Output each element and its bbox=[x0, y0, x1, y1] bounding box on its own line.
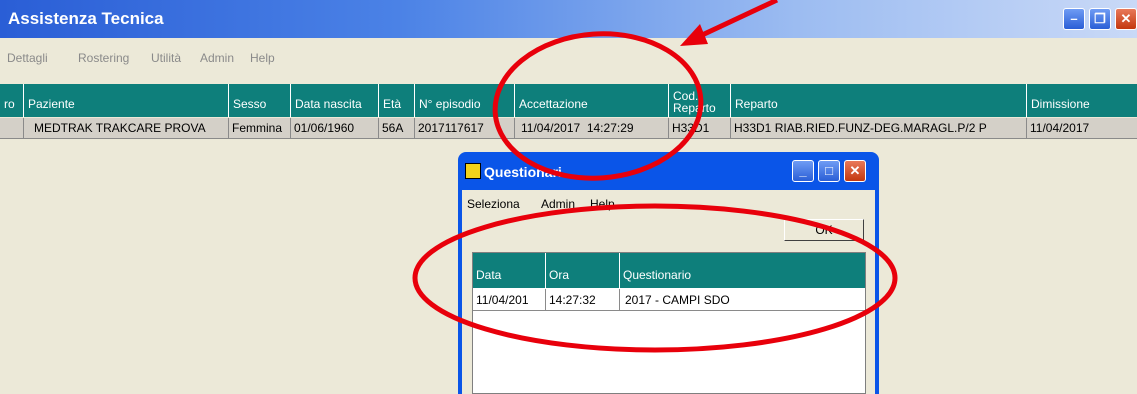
annotation-overlay bbox=[412, 0, 898, 353]
annotation-arrow-head bbox=[680, 24, 708, 46]
annotation-arrow-shaft bbox=[698, 0, 779, 39]
annotation-ellipse-questionari bbox=[412, 203, 898, 353]
annotation-ellipse-accettazione bbox=[492, 31, 704, 181]
